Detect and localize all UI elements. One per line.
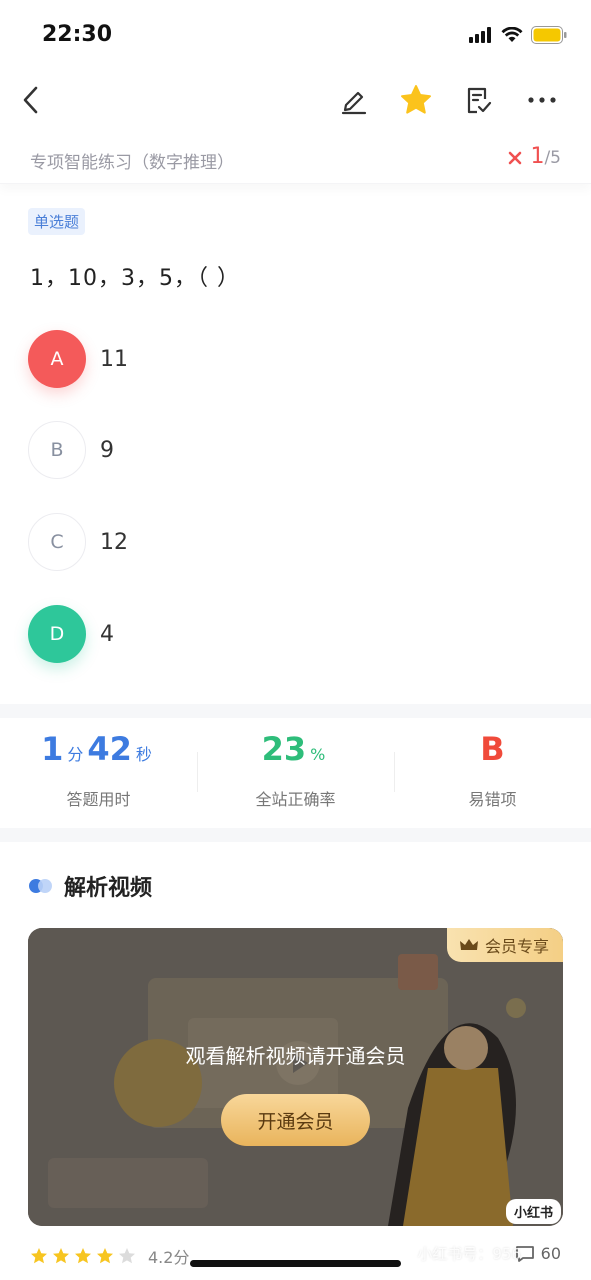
note-edit-button[interactable] [336, 82, 372, 118]
brand-badge: 小红书 [505, 1199, 561, 1224]
more-button[interactable] [524, 82, 560, 118]
back-button[interactable] [18, 84, 46, 116]
star-empty-icon [119, 1248, 135, 1264]
answer-sheet-button[interactable] [460, 82, 496, 118]
section-divider [0, 828, 591, 842]
analysis-video-card[interactable]: 会员专享 观看解析视频请开通会员 开通会员 小红书 [28, 928, 563, 1226]
question-progress[interactable]: 1 /5 [530, 144, 561, 169]
option-c-letter: C [28, 513, 86, 571]
vip-tag-label: 会员专享 [484, 937, 549, 956]
sub-header: 专项智能练习（数字推理） 1 /5 [0, 138, 591, 184]
accuracy-unit: % [310, 745, 326, 764]
nav-bar [0, 70, 591, 130]
crown-icon [459, 939, 478, 950]
error-option-value: B [480, 730, 505, 768]
chevron-left-icon [23, 86, 38, 114]
watermark: 小红书号：956 [417, 1245, 521, 1263]
comments-button[interactable]: 60 [515, 1244, 561, 1263]
analysis-section-header: 解析视频 [28, 870, 152, 902]
favorite-button[interactable] [398, 82, 434, 118]
question-type-tag: 单选题 [28, 208, 86, 235]
answer-sheet-icon [467, 87, 492, 114]
vip-only-tag: 会员专享 [446, 928, 563, 962]
time-label: 答题用时 [66, 790, 131, 809]
option-d[interactable]: D 4 [28, 605, 568, 663]
option-c[interactable]: C 12 [28, 513, 568, 571]
status-bar: 22:30 [0, 0, 591, 70]
comment-count: 60 [540, 1244, 561, 1263]
more-icon [528, 97, 556, 103]
option-d-letter: D [28, 605, 86, 663]
practice-title: 专项智能练习（数字推理） [30, 153, 234, 173]
section-dots-icon [29, 879, 52, 893]
star-filled-icon [97, 1248, 113, 1264]
option-b[interactable]: B 9 [28, 421, 568, 479]
accuracy-label: 全站正确率 [255, 790, 336, 809]
time-seconds-unit: 秒 [135, 745, 152, 764]
analysis-section-title: 解析视频 [64, 876, 153, 901]
pencil-icon [341, 91, 367, 115]
option-a-text: 11 [100, 346, 128, 372]
star-filled-icon [75, 1248, 91, 1264]
question-text: 1，10，3，5，（ ） [30, 266, 240, 291]
star-filled-icon [31, 1248, 47, 1264]
option-b-letter: B [28, 421, 86, 479]
star-icon [401, 85, 431, 114]
accuracy-value: 23 [261, 730, 307, 768]
time-minutes: 1 [41, 730, 64, 768]
video-illustration [28, 928, 563, 1226]
time-minutes-unit: 分 [67, 745, 84, 764]
star-filled-icon [53, 1248, 69, 1264]
battery-icon [531, 26, 567, 44]
video-locked-message: 观看解析视频请开通会员 [185, 1044, 406, 1068]
home-indicator [190, 1260, 401, 1267]
option-a-letter: A [28, 330, 86, 388]
wifi-icon [501, 27, 523, 42]
video-rating: 4.2分 [30, 1244, 189, 1268]
option-b-text: 9 [100, 437, 114, 463]
stat-time: 1 分 42 秒 答题用时 [0, 730, 197, 810]
progress-current: 1 [530, 144, 545, 169]
signal-icon [469, 27, 491, 43]
time-seconds: 42 [87, 730, 132, 768]
answer-stats: 1 分 42 秒 答题用时 23 % 全站正确率 B 易错项 [0, 730, 591, 826]
status-time: 22:30 [42, 22, 113, 47]
stat-accuracy: 23 % 全站正确率 [197, 730, 394, 810]
wrong-mark-icon [508, 151, 522, 165]
option-c-text: 12 [100, 529, 128, 555]
section-divider [0, 704, 591, 718]
stat-error-option: B 易错项 [394, 730, 591, 810]
option-a[interactable]: A 11 [28, 330, 568, 388]
rating-score: 4.2分 [148, 1248, 190, 1267]
error-option-label: 易错项 [468, 790, 517, 809]
open-membership-button[interactable]: 开通会员 [221, 1094, 370, 1146]
progress-total: /5 [544, 148, 561, 168]
option-d-text: 4 [100, 621, 114, 647]
status-icons [469, 26, 567, 44]
